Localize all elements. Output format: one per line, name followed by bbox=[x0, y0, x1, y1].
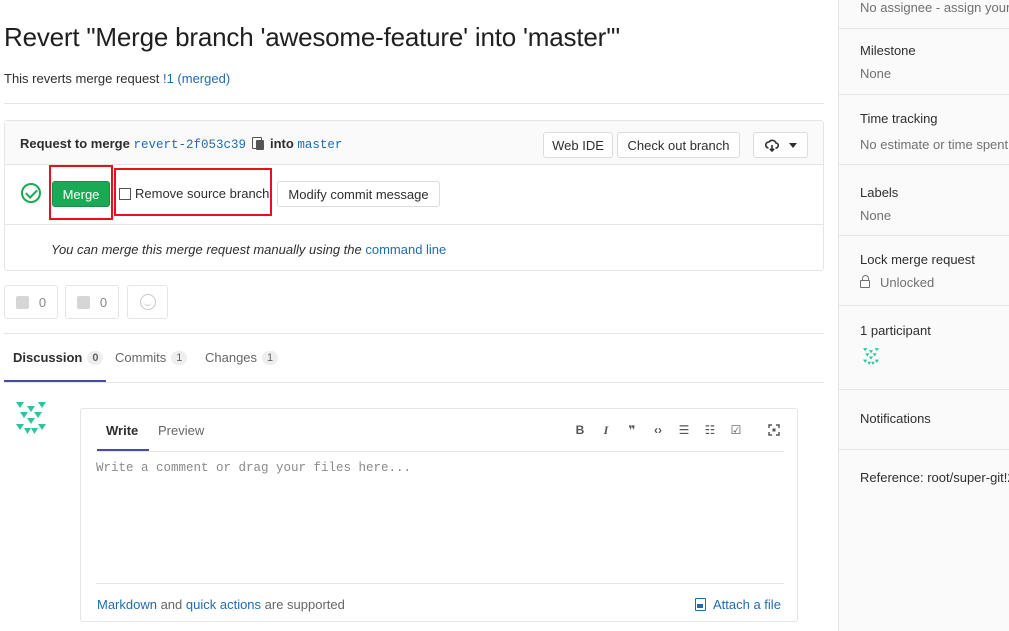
tab-commits[interactable]: Commits 1 bbox=[115, 350, 188, 365]
bullet-list-icon[interactable]: ☰ bbox=[671, 421, 697, 439]
modify-commit-message-button[interactable]: Modify commit message bbox=[277, 181, 440, 207]
footer-supported-text: are supported bbox=[261, 597, 345, 612]
download-dropdown-button[interactable] bbox=[753, 132, 808, 158]
lock-status: Unlocked bbox=[860, 275, 934, 290]
merge-actions-row: Merge Remove source branch Modify commit… bbox=[5, 165, 823, 225]
quick-actions-link[interactable]: quick actions bbox=[186, 597, 261, 612]
tab-discussion[interactable]: Discussion 0 bbox=[13, 350, 104, 365]
tab-changes-label: Changes bbox=[205, 350, 258, 365]
chevron-down-icon bbox=[788, 142, 797, 148]
divider bbox=[96, 451, 784, 452]
mr-widget: Request to merge revert-2f053c39 into mas… bbox=[4, 120, 824, 271]
labels-value: None bbox=[860, 208, 892, 223]
command-line-link[interactable]: command line bbox=[365, 242, 446, 257]
comment-textarea[interactable] bbox=[96, 461, 784, 581]
copy-icon[interactable] bbox=[251, 137, 264, 150]
check-out-branch-button[interactable]: Check out branch bbox=[617, 132, 740, 158]
sidebar-notifications[interactable]: Notifications bbox=[839, 390, 1009, 450]
time-tracking-title: Time tracking bbox=[860, 111, 938, 126]
merged-mr-link[interactable]: !1 (merged) bbox=[163, 71, 230, 86]
tab-discussion-label: Discussion bbox=[13, 350, 83, 365]
code-icon[interactable]: ‹› bbox=[645, 421, 671, 439]
bold-icon[interactable]: B bbox=[567, 421, 593, 439]
sidebar-assignee: No assignee - assign yourself bbox=[839, 0, 1009, 29]
fullscreen-glyph bbox=[768, 424, 780, 436]
preview-tab[interactable]: Preview bbox=[158, 423, 204, 438]
request-to-merge-label: Request to merge bbox=[20, 136, 130, 151]
smiley-icon bbox=[139, 294, 156, 310]
remove-source-branch-checkbox[interactable] bbox=[119, 187, 131, 200]
notifications-title: Notifications bbox=[860, 411, 931, 426]
mr-description: This reverts merge request !1 (merged) bbox=[4, 71, 230, 86]
thumbs-up-count: 0 bbox=[38, 294, 47, 310]
divider bbox=[4, 103, 824, 104]
file-icon bbox=[695, 598, 706, 611]
milestone-value: None bbox=[860, 66, 892, 81]
source-branch-link[interactable]: revert-2f053c39 bbox=[133, 138, 246, 152]
milestone-title: Milestone bbox=[860, 43, 916, 58]
remove-source-branch-label: Remove source branch bbox=[135, 186, 270, 201]
tab-discussion-count: 0 bbox=[87, 350, 104, 365]
status-success-icon bbox=[21, 183, 41, 203]
attach-file-label: Attach a file bbox=[713, 597, 781, 612]
sidebar-time-tracking[interactable]: Time tracking No estimate or time spent bbox=[839, 95, 1009, 165]
participants-title: 1 participant bbox=[860, 323, 931, 338]
mr-tabs: Discussion 0 Commits 1 Changes 1 bbox=[4, 334, 824, 383]
numbered-list-icon[interactable]: ☷ bbox=[697, 421, 723, 439]
thumbs-down-icon bbox=[76, 295, 90, 309]
thumbs-down-count: 0 bbox=[99, 294, 108, 310]
markdown-toolbar: B I ❞ ‹› ☰ ☷ ☑ bbox=[567, 421, 749, 439]
thumbs-up-button[interactable]: 0 bbox=[4, 285, 58, 319]
labels-title: Labels bbox=[860, 185, 899, 200]
write-tab[interactable]: Write bbox=[106, 423, 138, 438]
lock-icon bbox=[860, 275, 870, 288]
sidebar-reference: Reference: root/super-git!2 bbox=[839, 450, 1009, 510]
task-list-icon[interactable]: ☑ bbox=[723, 421, 749, 439]
avatar[interactable] bbox=[12, 398, 50, 436]
thumbs-up-icon bbox=[15, 295, 29, 309]
fullscreen-icon[interactable] bbox=[765, 421, 783, 439]
add-reaction-button[interactable] bbox=[127, 285, 168, 319]
into-label: into bbox=[269, 136, 294, 151]
page-title: Revert "Merge branch 'awesome-feature' i… bbox=[4, 22, 620, 52]
comment-tabs: Write Preview B I ❞ ‹› ☰ ☷ ☑ bbox=[81, 409, 797, 451]
tab-commits-count: 1 bbox=[171, 350, 188, 365]
target-branch-link[interactable]: master bbox=[297, 138, 342, 152]
tab-commits-label: Commits bbox=[115, 350, 167, 365]
sidebar-milestone[interactable]: Milestone None bbox=[839, 29, 1009, 95]
merge-request-main: Revert "Merge branch 'awesome-feature' i… bbox=[0, 0, 830, 631]
mr-widget-header: Request to merge revert-2f053c39 into mas… bbox=[5, 121, 823, 165]
sidebar-labels[interactable]: Labels None bbox=[839, 165, 1009, 236]
divider bbox=[96, 583, 784, 584]
remove-source-branch-option[interactable]: Remove source branch bbox=[119, 186, 269, 201]
comment-footer-help: Markdown and quick actions are supported bbox=[97, 597, 345, 612]
web-ide-button[interactable]: Web IDE bbox=[543, 132, 613, 158]
tab-changes[interactable]: Changes 1 bbox=[205, 350, 279, 365]
comment-form: Write Preview B I ❞ ‹› ☰ ☷ ☑ Markdown an… bbox=[80, 408, 798, 622]
sidebar-lock[interactable]: Lock merge request Unlocked bbox=[839, 236, 1009, 306]
time-tracking-value: No estimate or time spent bbox=[860, 137, 1009, 152]
quote-icon[interactable]: ❞ bbox=[619, 421, 645, 439]
request-to-merge-info: Request to merge revert-2f053c39 into mas… bbox=[20, 136, 342, 152]
reference-text[interactable]: Reference: root/super-git!2 bbox=[860, 470, 1009, 485]
footer-and-text: and bbox=[156, 597, 186, 612]
markdown-link[interactable]: Markdown bbox=[97, 597, 157, 612]
lock-value: Unlocked bbox=[880, 275, 935, 290]
manual-merge-text: You can merge this merge request manuall… bbox=[51, 242, 366, 257]
participant-avatar[interactable] bbox=[861, 346, 881, 366]
attach-file-button[interactable]: Attach a file bbox=[695, 597, 781, 612]
lock-title: Lock merge request bbox=[860, 252, 975, 267]
assignee-value[interactable]: No assignee - assign yourself bbox=[860, 0, 1009, 15]
tab-changes-count: 1 bbox=[262, 350, 279, 365]
download-icon bbox=[764, 139, 779, 152]
italic-icon[interactable]: I bbox=[593, 421, 619, 439]
manual-merge-info: You can merge this merge request manuall… bbox=[51, 242, 446, 257]
active-tab-indicator bbox=[4, 380, 106, 382]
description-text: This reverts merge request bbox=[4, 71, 163, 86]
right-sidebar: No assignee - assign yourself Milestone … bbox=[838, 0, 1009, 631]
merge-button[interactable]: Merge bbox=[52, 181, 110, 207]
thumbs-down-button[interactable]: 0 bbox=[65, 285, 119, 319]
